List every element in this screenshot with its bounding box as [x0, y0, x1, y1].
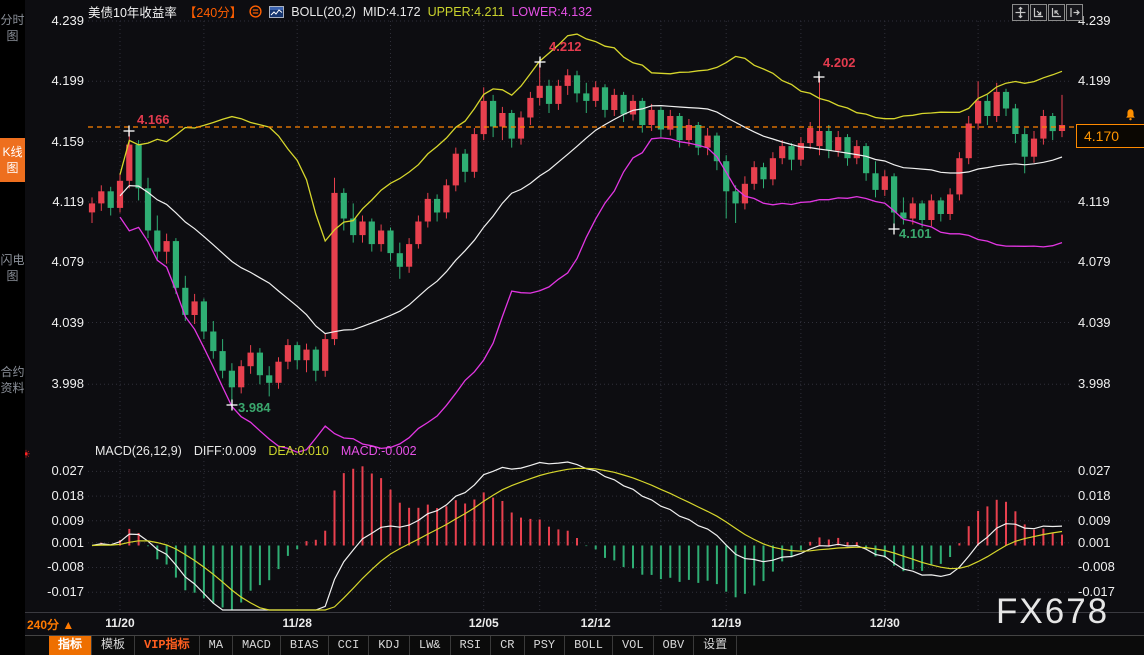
toolbar-button-2[interactable]: 模板	[92, 636, 135, 655]
toolbar-button-10[interactable]: RSI	[451, 636, 492, 655]
toolbar-button-14[interactable]: VOL	[613, 636, 654, 655]
toolbar-button-8[interactable]: KDJ	[369, 636, 410, 655]
macd-tick-label: 0.018	[34, 488, 84, 503]
boll-lower-value: LOWER:4.132	[511, 5, 592, 19]
price-tick-label: 4.199	[1078, 73, 1111, 88]
pan-icon[interactable]	[1012, 4, 1029, 21]
price-tick-label: 4.199	[34, 73, 84, 88]
price-tick-label: 4.119	[1078, 194, 1110, 209]
sidebar-tab-2[interactable]: K线图	[0, 138, 25, 182]
toolbar-button-9[interactable]: LW&	[410, 636, 451, 655]
macd-tick-label: -0.008	[34, 559, 84, 574]
instrument-title: 美债10年收益率	[88, 2, 177, 21]
sidebar-tab-1[interactable]: 分时图	[0, 6, 25, 50]
price-annotation: 3.984	[238, 400, 271, 415]
price-annotation: 4.101	[899, 226, 932, 241]
date-tick-label: 11/28	[283, 616, 312, 630]
price-annotation: 4.212	[549, 39, 582, 54]
boll-upper-value: UPPER:4.211	[428, 5, 505, 19]
toolbar-button-13[interactable]: BOLL	[565, 636, 613, 655]
macd-params-label: MACD(26,12,9)	[95, 444, 182, 458]
macd-dea-value: DEA:0.010	[268, 444, 328, 458]
macd-tick-label: 0.009	[1078, 513, 1111, 528]
mini-chart-icon[interactable]	[269, 6, 284, 18]
date-tick-label: 12/05	[469, 616, 499, 630]
y-scale-icon[interactable]	[1048, 4, 1065, 21]
price-tick-label: 3.998	[34, 376, 84, 391]
price-tick-label: 4.039	[34, 315, 84, 330]
price-tick-label: 4.159	[34, 134, 84, 149]
toolbar-button-11[interactable]: CR	[491, 636, 524, 655]
boll-params-label: BOLL(20,2)	[291, 5, 356, 19]
boll-mid-value: MID:4.172	[363, 5, 421, 19]
macd-tick-label: 0.009	[34, 513, 84, 528]
price-tick-label: 4.039	[1078, 315, 1111, 330]
sidebar-tab-4[interactable]: 合约资料	[0, 358, 25, 402]
toolbar-button-6[interactable]: BIAS	[281, 636, 329, 655]
watermark: FX678	[996, 592, 1109, 632]
timeframe-selector[interactable]: 240分 ▲	[27, 616, 74, 633]
price-tick-label: 4.079	[34, 254, 84, 269]
date-tick-label: 12/19	[711, 616, 741, 630]
price-annotation: 4.166	[137, 112, 170, 127]
toolbar-button-4[interactable]: MA	[200, 636, 233, 655]
price-tick-label: 4.239	[34, 13, 84, 28]
toolbar-button-15[interactable]: OBV	[654, 636, 695, 655]
date-tick-label: 12/12	[581, 616, 611, 630]
price-alert-bell-icon[interactable]	[1124, 108, 1137, 126]
toolbar-button-12[interactable]: PSY	[525, 636, 566, 655]
toolbar-button-5[interactable]: MACD	[233, 636, 281, 655]
toolbar-button-1[interactable]: 指标	[49, 636, 92, 655]
sidebar-tab-3[interactable]: 闪电图	[0, 246, 25, 290]
date-tick-label: 11/20	[105, 616, 134, 630]
indicator-toolbar: 指标模板VIP指标MAMACDBIASCCIKDJLW&RSICRPSYBOLL…	[25, 635, 1144, 655]
macd-tick-label: 0.027	[34, 463, 84, 478]
stream-menu-icon[interactable]	[249, 5, 262, 18]
date-tick-label: 12/30	[870, 616, 900, 630]
price-tick-label: 4.119	[34, 194, 84, 209]
toolbar-button-3[interactable]: VIP指标	[135, 636, 200, 655]
price-tick-label: 4.079	[1078, 254, 1111, 269]
price-annotation: 4.202	[823, 55, 856, 70]
chart-canvas[interactable]	[0, 0, 1144, 655]
toolbar-button-16[interactable]: 设置	[694, 636, 737, 655]
macd-tick-label: 0.027	[1078, 463, 1111, 478]
price-tick-label: 3.998	[1078, 376, 1111, 391]
trading-chart-app: 分时图 K线图闪电图合约资料 美债10年收益率 【240分】 BOLL(20,2)…	[0, 0, 1144, 655]
x-scale-icon[interactable]	[1030, 4, 1047, 21]
toolbar-button-7[interactable]: CCI	[329, 636, 370, 655]
macd-tick-label: 0.001	[34, 535, 84, 550]
chart-header: 美债10年收益率 【240分】 BOLL(20,2) MID:4.172 UPP…	[88, 3, 592, 20]
go-to-latest-icon[interactable]	[1066, 4, 1083, 21]
macd-tick-label: -0.008	[1078, 559, 1115, 574]
macd-hist-value: MACD:-0.002	[341, 444, 417, 458]
macd-tick-label: 0.001	[1078, 535, 1111, 550]
macd-tick-label: 0.018	[1078, 488, 1111, 503]
sidebar: 分时图 K线图闪电图合约资料	[0, 0, 25, 655]
x-axis-divider	[0, 612, 1144, 613]
timeframe-badge[interactable]: 【240分】	[184, 2, 242, 21]
macd-legend: MACD(26,12,9) DIFF:0.009 DEA:0.010 MACD:…	[95, 444, 417, 458]
macd-diff-value: DIFF:0.009	[194, 444, 257, 458]
current-price-box: 4.170	[1076, 124, 1144, 148]
macd-tick-label: -0.017	[34, 584, 84, 599]
